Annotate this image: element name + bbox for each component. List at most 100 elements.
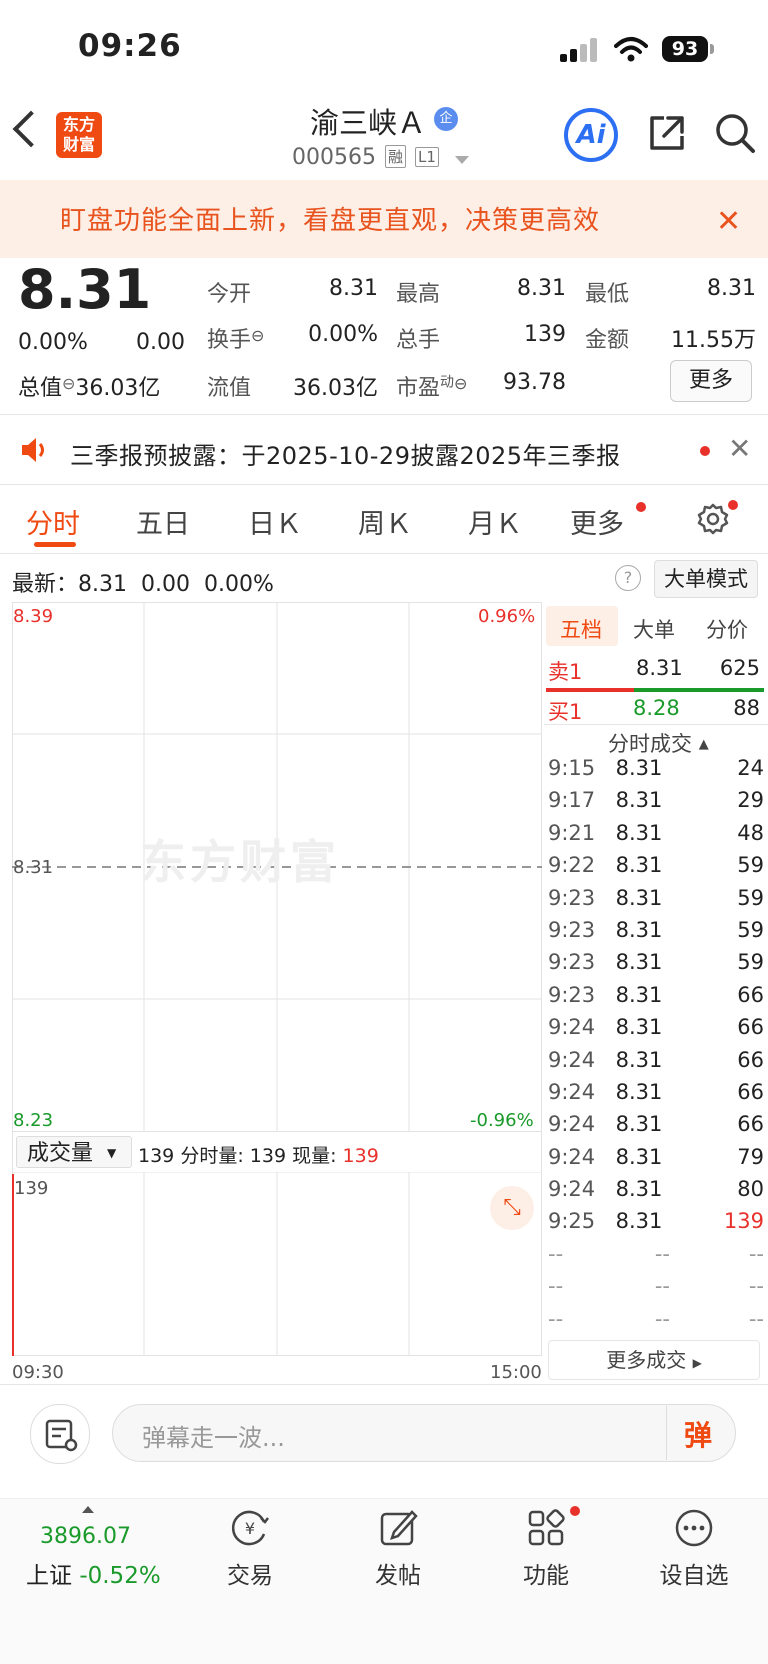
trade-volume: 66: [737, 1079, 764, 1104]
trade-volume: 66: [737, 1112, 764, 1137]
tab-monthly-k[interactable]: 月Ｋ: [468, 502, 522, 541]
trade-time: 9:23: [548, 982, 596, 1007]
buy1-label: 买1: [548, 700, 583, 724]
trade-time: 9:24: [548, 1047, 596, 1072]
trade-volume: --: [748, 1274, 764, 1299]
nav-trade[interactable]: 交易: [200, 1556, 300, 1590]
trade-time: 9:23: [548, 885, 596, 910]
turnover-label: 换手⊖: [207, 322, 264, 354]
trade-row: 9:23 8.31 59: [546, 950, 764, 982]
volume-value: 139: [524, 322, 566, 347]
trade-time: 9:17: [548, 788, 596, 813]
tab-weekly-k[interactable]: 周Ｋ: [358, 502, 412, 541]
trade-row: 9:22 8.31 59: [546, 853, 764, 885]
sell1-volume: 625: [719, 656, 760, 680]
trade-row: 9:24 8.31 80: [546, 1177, 764, 1209]
close-icon[interactable]: ✕: [728, 432, 751, 465]
trades-header-text: 分时成交: [608, 732, 692, 756]
total-value-number: 36.03亿: [75, 376, 161, 401]
trade-price: 8.31: [615, 950, 663, 975]
tab-five-day[interactable]: 五日: [136, 502, 190, 541]
tab-intraday[interactable]: 分时: [26, 502, 80, 541]
indicator-select-label: 成交量: [27, 1141, 94, 1166]
stock-code[interactable]: 000565 融 L1: [292, 145, 439, 170]
pe-label-text: 市盈: [396, 376, 441, 401]
sell-ratio-bar: [546, 688, 634, 692]
speaker-icon: [22, 438, 44, 462]
info-icon[interactable]: ⊖: [62, 374, 75, 393]
trade-row: 9:23 8.31 66: [546, 983, 764, 1015]
wifi-icon: [614, 37, 648, 62]
info-icon[interactable]: ⊖: [251, 326, 264, 345]
more-tab-dot: [636, 502, 646, 512]
more-trades-label: 更多成交: [606, 1348, 687, 1372]
trades-header[interactable]: 分时成交 ▲: [608, 728, 709, 758]
trade-row: 9:24 8.31 66: [546, 1080, 764, 1112]
vol-interval: 139: [249, 1145, 287, 1167]
latest-change: 0.00: [141, 572, 190, 597]
nav-add-watchlist[interactable]: 设自选: [644, 1556, 744, 1590]
close-icon[interactable]: ✕: [716, 204, 741, 239]
danmaku-placeholder: 弹幕走一波...: [142, 1424, 285, 1452]
trades-list: 9:15 8.31 24 9:17 8.31 29 9:21 8.31 48 9:22 8.31 59…: [546, 756, 764, 1339]
trade-volume: --: [748, 1306, 764, 1331]
divider: [0, 553, 768, 554]
trade-price: 8.31: [615, 982, 663, 1007]
tab-price-distribution[interactable]: 分价: [706, 614, 748, 644]
high-label: 最高: [396, 282, 441, 307]
trade-row: 9:17 8.31 29: [546, 788, 764, 820]
functions-grid-icon[interactable]: [526, 1508, 566, 1548]
post-edit-icon[interactable]: [378, 1508, 418, 1548]
tab-more[interactable]: 更多: [570, 502, 624, 541]
change-pct: 0.00%: [18, 330, 88, 355]
stock-name-text: 渝三峡Ａ: [309, 106, 426, 140]
tab-daily-k[interactable]: 日Ｋ: [248, 502, 302, 541]
tab-big-orders[interactable]: 大单: [633, 614, 675, 644]
volume-label: 总手: [396, 328, 441, 353]
index-ticker[interactable]: 上证 -0.52%: [26, 1556, 161, 1590]
ai-assistant-icon[interactable]: Ai: [564, 108, 618, 162]
index-pct: -0.52%: [79, 1563, 161, 1589]
battery-nub: [710, 44, 714, 54]
tab-order-book[interactable]: 五档: [560, 614, 602, 644]
trade-yen-icon[interactable]: ¥: [230, 1508, 270, 1548]
comment-list-icon[interactable]: [30, 1404, 90, 1464]
index-value[interactable]: 3896.07: [40, 1524, 131, 1549]
more-dots-icon[interactable]: [674, 1508, 714, 1548]
share-icon[interactable]: [648, 114, 686, 152]
help-icon[interactable]: ?: [615, 565, 641, 591]
vol-now-label: 现量:: [292, 1145, 337, 1167]
sell1-price: 8.31: [636, 656, 683, 680]
buy1-volume: 88: [733, 696, 760, 720]
chevron-down-icon[interactable]: [455, 156, 469, 164]
info-icon[interactable]: ⊖: [454, 374, 467, 393]
latest-quote: 最新：8.31 0.00 0.00%: [12, 566, 274, 598]
latest-price: 8.31: [78, 572, 127, 597]
latest-label: 最新：: [12, 572, 79, 597]
big-order-mode-button[interactable]: 大单模式: [654, 560, 758, 598]
trade-volume: 79: [737, 1144, 764, 1169]
nav-functions[interactable]: 功能: [496, 1556, 596, 1590]
trade-volume: 66: [737, 1015, 764, 1040]
trade-row: 9:24 8.31 66: [546, 1015, 764, 1047]
trade-price: 8.31: [615, 1209, 663, 1234]
trade-volume: 59: [737, 853, 764, 878]
indicator-select[interactable]: 成交量 ▼: [16, 1136, 132, 1168]
trade-row: -- -- --: [546, 1274, 764, 1306]
notice-text[interactable]: 三季报预披露：于2025-10-29披露2025年三季报: [70, 436, 621, 471]
search-icon[interactable]: [714, 112, 756, 154]
expand-icon[interactable]: ⤡: [490, 1186, 534, 1230]
danmaku-toggle-button[interactable]: 弹: [684, 1414, 712, 1454]
trade-time: 9:24: [548, 1177, 596, 1202]
more-trades-button[interactable]: 更多成交 ▶: [548, 1340, 760, 1380]
y-axis-bottom: 8.23: [13, 1110, 54, 1131]
more-quote-button[interactable]: 更多: [670, 360, 752, 402]
trade-volume: 59: [737, 885, 764, 910]
nav-post[interactable]: 发帖: [348, 1556, 448, 1590]
settings-gear-icon[interactable]: [696, 502, 730, 536]
trade-row: -- -- --: [546, 1307, 764, 1339]
trade-volume: 139: [723, 1209, 764, 1234]
trade-row: 9:23 8.31 59: [546, 886, 764, 918]
trade-price: 8.31: [615, 1015, 663, 1040]
trade-time: --: [548, 1306, 564, 1331]
